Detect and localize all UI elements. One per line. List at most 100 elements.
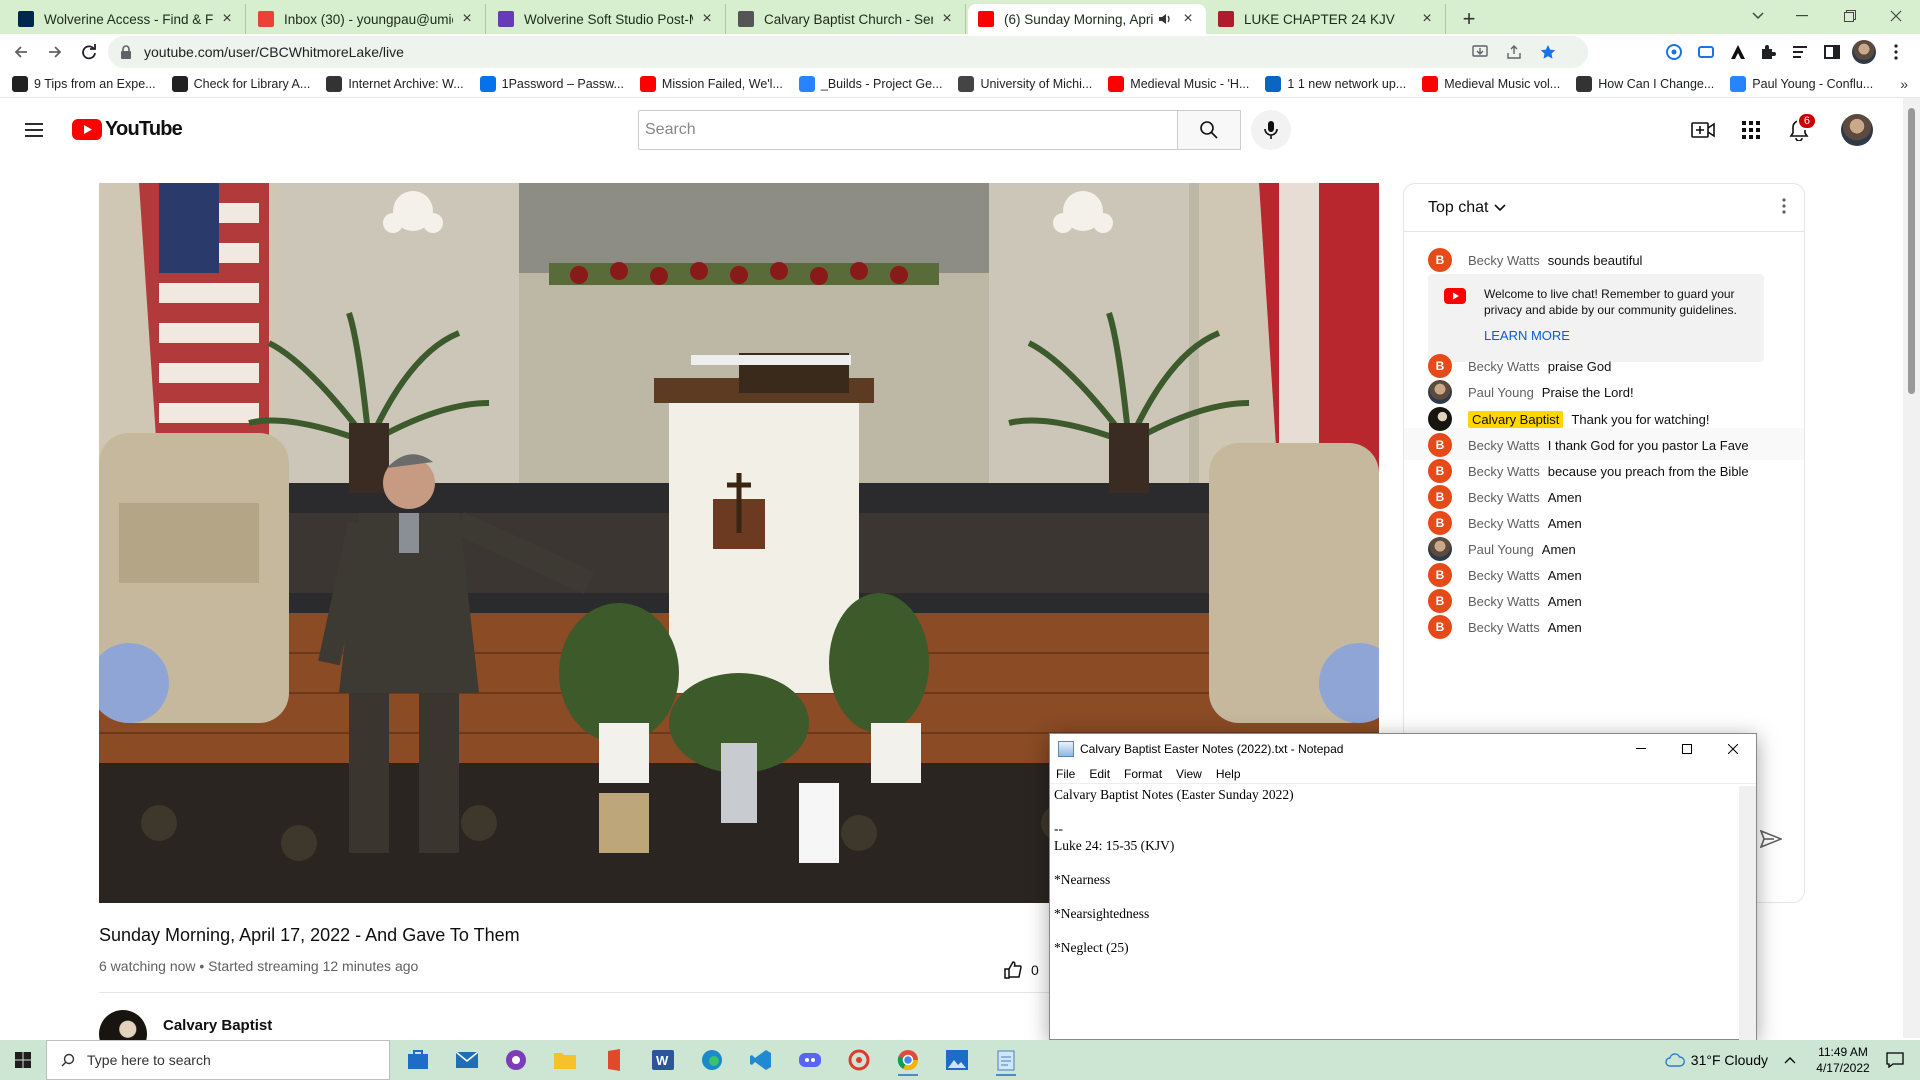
store-app-icon[interactable] [398,1044,438,1076]
chat-author-name[interactable]: Becky Watts [1468,490,1540,505]
chat-message[interactable]: B Becky Watts I thank God for you pastor L… [1428,433,1749,457]
notepad-menu-item[interactable]: Help [1216,767,1241,781]
word-app-icon[interactable]: W [643,1044,683,1076]
chat-message[interactable]: B Becky Watts Amen [1428,563,1582,587]
chat-author-name[interactable]: Paul Young [1468,385,1534,400]
bookmark-item[interactable]: 9 Tips from an Expe... [12,75,156,92]
start-button[interactable] [0,1040,46,1080]
notepad-text-area[interactable]: Calvary Baptist Notes (Easter Sunday 202… [1054,786,1738,1040]
notepad-maximize-button[interactable] [1664,734,1710,764]
youtube-logo[interactable]: YouTube [72,118,183,141]
taskbar-search-input[interactable]: Type here to search [46,1040,390,1080]
page-scrollbar[interactable] [1903,98,1920,1038]
chat-author-name[interactable]: Becky Watts [1468,464,1540,479]
close-tab-icon[interactable]: × [1180,10,1196,28]
notepad-menu-item[interactable]: View [1176,767,1202,781]
chat-mode-label[interactable]: Top chat [1428,199,1488,217]
extensions-puzzle-icon[interactable] [1756,40,1780,64]
notifications-bell-icon[interactable]: 6 [1785,112,1817,144]
chat-author-name[interactable]: Becky Watts [1468,359,1540,374]
edge-browser-icon[interactable] [692,1044,732,1076]
chat-author-name[interactable]: Becky Watts [1468,253,1540,268]
side-panel-icon[interactable] [1820,40,1844,64]
restore-button[interactable] [1830,4,1870,28]
extension-screen-icon[interactable] [1694,40,1718,64]
close-tab-icon[interactable]: × [1419,10,1435,28]
chat-author-avatar[interactable]: B [1428,248,1452,272]
forward-button[interactable] [40,37,70,67]
notification-center-icon[interactable] [1886,1052,1904,1068]
close-tab-icon[interactable]: × [699,10,715,28]
chat-message[interactable]: Calvary Baptist Thank you for watching! [1428,407,1709,431]
taskbar-clock[interactable]: 11:49 AM 4/17/2022 [1810,1044,1876,1076]
bookmark-star-icon[interactable] [1536,36,1560,68]
share-icon[interactable] [1502,36,1526,68]
send-message-icon[interactable] [1760,830,1782,848]
guide-menu-icon[interactable] [22,118,46,142]
browser-menu-icon[interactable] [1884,40,1908,64]
chat-header[interactable]: Top chat [1404,184,1804,232]
speaker-icon[interactable] [1158,13,1174,25]
bookmark-item[interactable]: Check for Library A... [171,75,310,92]
bookmark-item[interactable]: 1 1 new network up... [1265,75,1406,92]
chat-message[interactable]: B Becky Watts sounds beautiful [1428,248,1642,272]
chat-author-avatar[interactable]: B [1428,615,1452,639]
close-tab-icon[interactable]: × [219,10,235,28]
create-video-icon[interactable] [1689,116,1717,144]
bookmarks-overflow-icon[interactable]: » [1900,76,1908,92]
notepad-close-button[interactable] [1710,734,1756,764]
chat-author-avatar[interactable]: B [1428,485,1452,509]
browser-tab[interactable]: Inbox (30) - youngpau@umich.e × [248,4,486,34]
chat-author-avatar[interactable]: B [1428,354,1452,378]
notepad-menu-item[interactable]: File [1056,767,1075,781]
bookmark-item[interactable]: _Builds - Project Ge... [798,75,942,92]
notepad-minimize-button[interactable] [1618,734,1664,764]
address-bar[interactable]: youtube.com/user/CBCWhitmoreLake/live [108,36,1588,68]
chrome-app-icon[interactable] [888,1044,928,1076]
extension-triangle-icon[interactable] [1726,40,1750,64]
chat-author-avatar[interactable]: B [1428,563,1452,587]
notepad-scrollbar[interactable] [1739,786,1756,1040]
like-button[interactable]: 0 [1003,960,1039,980]
browser-tab[interactable]: (6) Sunday Morning, April 17 × [968,4,1206,34]
notepad-menu-item[interactable]: Edit [1089,767,1110,781]
circular-app-icon[interactable] [839,1044,879,1076]
chat-author-avatar[interactable]: B [1428,511,1452,535]
chat-message[interactable]: B Becky Watts Amen [1428,511,1582,535]
chat-message[interactable]: Paul Young Amen [1428,537,1576,561]
chat-message[interactable]: B Becky Watts praise God [1428,354,1611,378]
chat-author-avatar[interactable]: B [1428,459,1452,483]
chat-message[interactable]: B Becky Watts because you preach from the … [1428,459,1749,483]
browser-tab[interactable]: LUKE CHAPTER 24 KJV × [1208,4,1446,34]
vscode-app-icon[interactable] [741,1044,781,1076]
learn-more-link[interactable]: LEARN MORE [1484,328,1752,344]
close-tab-icon[interactable]: × [939,10,955,28]
extension-circle-icon[interactable] [1662,40,1686,64]
profile-avatar[interactable] [1852,40,1876,64]
bookmark-item[interactable]: Medieval Music vol... [1422,75,1560,92]
browser-tab[interactable]: Calvary Baptist Church - Sermons × [728,4,966,34]
chat-more-options-icon[interactable] [1782,198,1786,214]
notepad-menu-item[interactable]: Format [1124,767,1162,781]
chat-author-avatar[interactable]: B [1428,433,1452,457]
browser-tab[interactable]: Wolverine Soft Studio Post-Morte × [488,4,726,34]
bookmark-item[interactable]: Medieval Music - 'H... [1108,75,1249,92]
minimize-button[interactable] [1782,4,1822,28]
chat-author-avatar[interactable] [1428,380,1452,404]
chat-author-name[interactable]: Paul Young [1468,542,1534,557]
notepad-taskbar-icon[interactable] [986,1044,1026,1076]
browser-tab[interactable]: Wolverine Access - Find & Favori × [8,4,246,34]
bookmark-item[interactable]: University of Michi... [958,75,1092,92]
search-input[interactable]: Search [638,110,1178,150]
bookmark-item[interactable]: Paul Young - Conflu... [1730,75,1873,92]
chat-author-name[interactable]: Becky Watts [1468,620,1540,635]
discord-app-icon[interactable] [790,1044,830,1076]
chevron-up-icon[interactable] [1784,1056,1796,1064]
new-tab-button[interactable]: + [1454,4,1484,34]
chat-message[interactable]: B Becky Watts Amen [1428,485,1582,509]
reload-button[interactable] [74,37,104,67]
account-avatar[interactable] [1841,114,1873,146]
tab-search-icon[interactable] [1738,4,1778,28]
voice-search-button[interactable] [1251,110,1291,150]
bookmark-item[interactable]: Internet Archive: W... [326,75,464,92]
